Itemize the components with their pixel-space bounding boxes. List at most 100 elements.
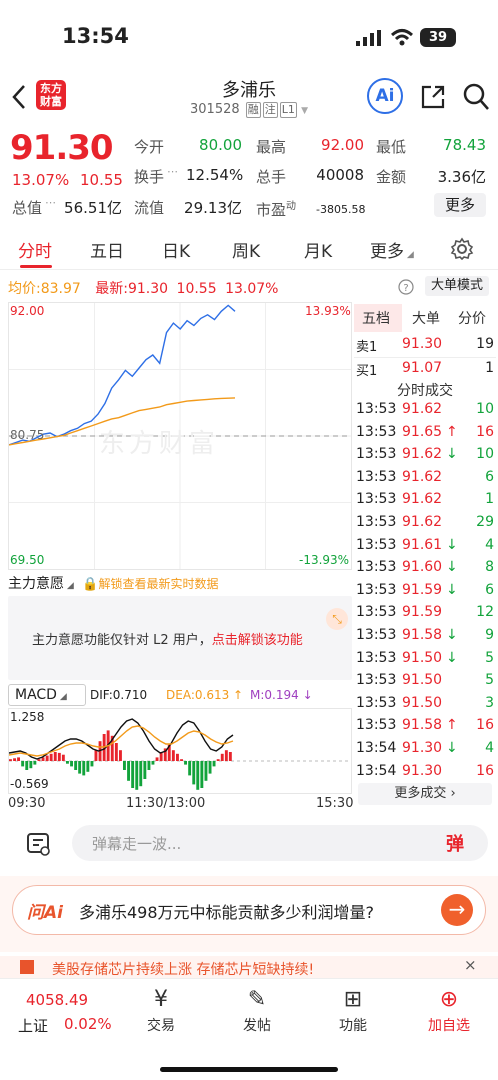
macd-bar: [184, 761, 187, 765]
trade-price: 91.59: [402, 604, 443, 621]
trade-row: 13:54 91.30 16: [354, 763, 496, 785]
close-icon[interactable]: ×: [464, 956, 477, 974]
nav-add-watchlist[interactable]: ⊕ 加自选: [414, 985, 484, 1035]
danmu-input[interactable]: 弹幕走一波... 弹: [72, 825, 488, 861]
amount-value: 3.36亿: [437, 168, 486, 186]
settings-gear-icon[interactable]: [450, 237, 474, 261]
big-order-mode-button[interactable]: 大单模式: [425, 276, 489, 296]
trade-price: 91.50: [402, 649, 443, 666]
tab-price-dist[interactable]: 分价: [458, 308, 486, 328]
nav-post[interactable]: ✎ 发帖: [222, 985, 292, 1035]
trade-row: 13:53 91.50 5: [354, 672, 496, 694]
trade-time: 13:53: [356, 514, 397, 530]
more-quote-button[interactable]: 更多: [434, 193, 486, 217]
trade-row: 13:53 91.65 ↑ 16: [354, 424, 496, 446]
tab-more[interactable]: 更多 ◢: [370, 237, 414, 262]
unlock-link[interactable]: 点击解锁该功能: [212, 633, 303, 648]
trade-volume: 16: [476, 423, 494, 440]
trade-time: 13:53: [356, 604, 397, 621]
share-icon[interactable]: [420, 84, 446, 110]
macd-bar: [78, 761, 82, 774]
danmu-toggle-button[interactable]: 弹: [446, 830, 464, 856]
macd-bar: [224, 750, 228, 761]
main-intent-locked-box[interactable]: 主力意愿功能仅针对 L2 用户，点击解锁该功能 ⤡: [8, 596, 352, 680]
market-cap-value: 56.51亿: [64, 199, 122, 217]
tab-intraday[interactable]: 分时: [18, 237, 52, 262]
news-banner[interactable]: 美股存储芯片持续上涨 存储芯片短缺持续! ×: [0, 956, 498, 978]
trade-volume: 16: [476, 762, 494, 779]
period-tabs: 分时 五日 日K 周K 月K 更多 ◢: [0, 228, 498, 270]
tab-big-orders[interactable]: 大单: [412, 308, 440, 328]
tab-daily-k[interactable]: 日K: [162, 237, 190, 262]
nav-trade[interactable]: ¥ 交易: [126, 985, 196, 1035]
pct-axis-max: 13.93%: [305, 304, 351, 318]
help-icon[interactable]: ?: [398, 279, 414, 295]
macd-chart[interactable]: 1.258 -0.569: [8, 708, 352, 794]
tab-five-levels[interactable]: 五档: [362, 308, 390, 328]
trade-time: 13:53: [356, 468, 397, 485]
pe-value: -3805.58: [316, 203, 366, 216]
watermark: 东方财富: [99, 429, 220, 459]
more-trades-button[interactable]: 更多成交 ›: [358, 783, 492, 805]
macd-selector[interactable]: MACD ◢: [8, 684, 86, 706]
trade-row: 13:53 91.59 ↓ 6: [354, 582, 496, 604]
macd-bar: [21, 761, 25, 767]
macd-bar: [212, 761, 216, 767]
macd-bar: [66, 761, 69, 764]
nav-functions[interactable]: ⊞ 功能: [318, 985, 388, 1035]
trade-time: 13:53: [356, 559, 397, 576]
macd-bar: [204, 761, 208, 781]
trade-volume: 5: [485, 672, 494, 689]
macd-bar: [37, 759, 41, 761]
trade-time: 13:53: [356, 694, 397, 711]
trade-price: 91.58: [402, 627, 443, 643]
trade-row: 13:53 91.58 ↑ 16: [354, 717, 496, 739]
macd-bar: [45, 755, 49, 761]
trade-time: 13:53: [356, 649, 397, 666]
trade-volume: 5: [485, 649, 494, 666]
search-icon[interactable]: [462, 82, 490, 112]
tab-weekly-k[interactable]: 周K: [232, 237, 260, 262]
macd-dea: DEA:0.613 ↑: [166, 688, 244, 702]
trade-volume: 3: [485, 694, 494, 711]
time-axis-end: 15:30: [316, 796, 354, 811]
trade-price: 91.60: [402, 559, 443, 576]
trade-direction: ↓: [446, 446, 458, 463]
trade-price: 91.59: [402, 581, 443, 598]
order-book-tabs: 五档 大单 分价: [354, 304, 496, 332]
trade-time: 13:53: [356, 717, 397, 734]
macd-bar: [135, 761, 139, 790]
y-axis-mid: 80.75: [10, 428, 45, 442]
y-axis-min: 69.50: [10, 553, 45, 567]
index-value[interactable]: 4058.49: [26, 991, 88, 1009]
main-intent-header[interactable]: 主力意愿 ◢ 🔒解锁查看最新实时数据: [8, 573, 218, 593]
tab-five-day[interactable]: 五日: [90, 237, 124, 262]
trade-price: 91.50: [402, 694, 443, 711]
info-icon-2[interactable]: ⋯: [45, 196, 56, 209]
change-percent: 13.07%: [12, 171, 70, 189]
intraday-chart[interactable]: 92.00 13.93% 80.75 69.50 -13.93% 东方财富: [8, 302, 352, 570]
home-indicator: [160, 1067, 338, 1072]
open-label: 今开: [134, 138, 165, 156]
info-icon[interactable]: ⋯: [167, 165, 178, 178]
high-label: 最高: [256, 138, 287, 156]
time-axis-start: 09:30: [8, 796, 46, 811]
tab-monthly-k[interactable]: 月K: [304, 237, 332, 262]
trade-time: 13:53: [356, 536, 397, 553]
svg-text:?: ?: [403, 283, 408, 294]
ai-button[interactable]: Ai: [367, 78, 403, 114]
comment-list-icon[interactable]: [26, 831, 52, 857]
macd-bar: [74, 761, 78, 770]
expand-icon[interactable]: ⤡: [326, 608, 348, 630]
danmu-placeholder: 弹幕走一波...: [92, 835, 182, 853]
ai-question-card[interactable]: 问Ai 多浦乐498万元中标能贡献多少利润增量? →: [12, 885, 486, 935]
macd-m: M:0.194 ↓: [250, 688, 313, 702]
low-label: 最低: [376, 138, 407, 156]
registration-tag: 注: [262, 102, 278, 118]
macd-bar: [192, 761, 196, 785]
status-bar: 13:54 39: [0, 0, 498, 70]
trade-volume: 16: [476, 717, 494, 734]
arrow-right-icon[interactable]: →: [441, 894, 473, 926]
volume-label: 总手: [256, 168, 287, 186]
trade-time: 13:53: [356, 491, 397, 508]
